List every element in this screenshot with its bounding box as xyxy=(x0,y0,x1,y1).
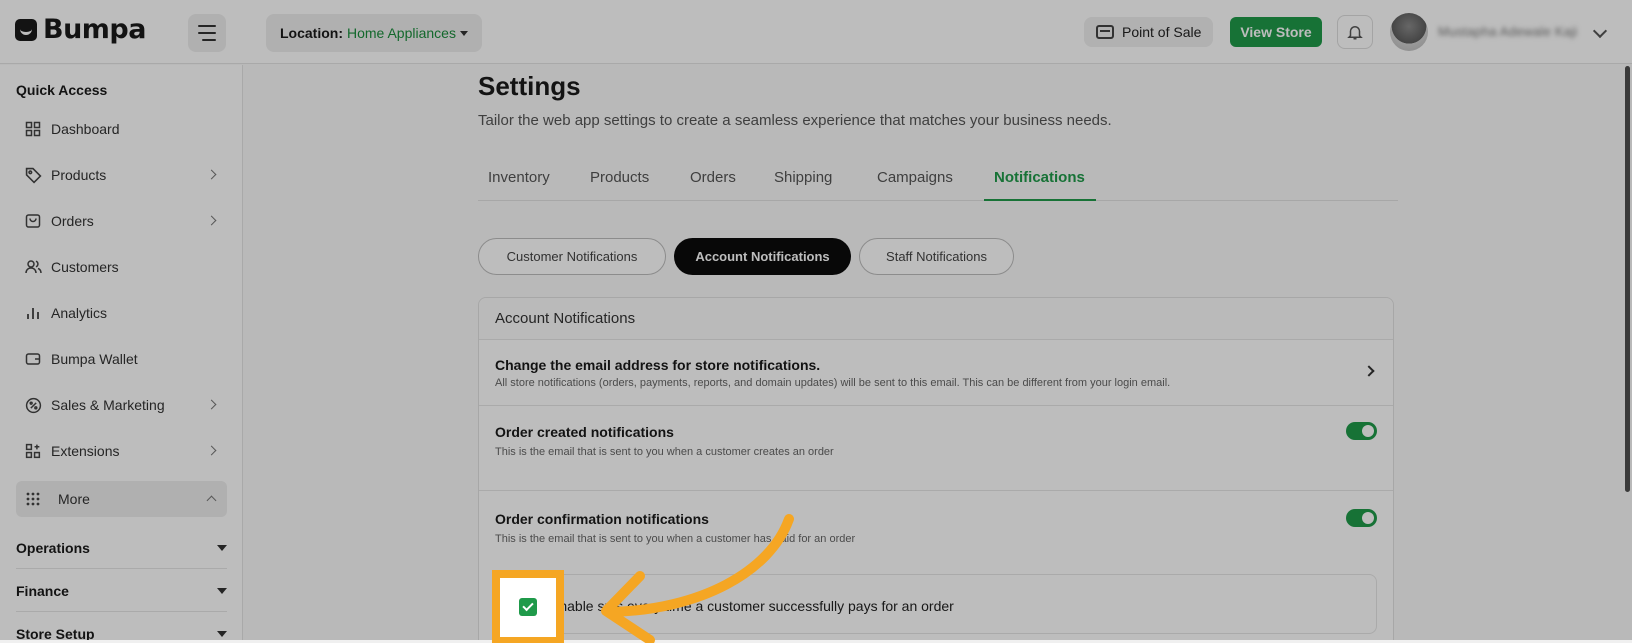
location-value: Home Appliances xyxy=(347,25,456,41)
brand-logo[interactable]: Bumpa xyxy=(15,14,146,45)
grid-icon xyxy=(24,120,42,138)
sidebar-group-operations[interactable]: Operations xyxy=(16,540,227,556)
location-selector[interactable]: Location: Home Appliances xyxy=(266,14,482,52)
puzzle-icon xyxy=(24,442,42,460)
user-name[interactable]: Mustapha Adewale Kaji xyxy=(1438,24,1577,39)
chevron-down-icon[interactable] xyxy=(1592,23,1608,39)
sidebar-item-dashboard[interactable]: Dashboard xyxy=(16,111,227,147)
main-content: Settings Tailor the web app settings to … xyxy=(244,65,1632,640)
tab-notifications[interactable]: Notifications xyxy=(994,169,1085,186)
row-title: Order created notifications xyxy=(495,424,674,440)
sidebar-item-more[interactable]: More xyxy=(16,481,227,517)
row-description: This is the email that is sent to you wh… xyxy=(495,533,856,545)
scrollbar[interactable] xyxy=(1625,66,1630,492)
order-created-toggle[interactable] xyxy=(1346,422,1377,440)
divider xyxy=(16,568,227,569)
hamburger-icon xyxy=(198,25,216,27)
row-title: Order confirmation notifications xyxy=(495,511,709,527)
sidebar-item-label: Dashboard xyxy=(51,121,120,137)
menu-toggle-button[interactable] xyxy=(188,14,226,52)
sms-option-label[interactable]: Enable sms every time a customer success… xyxy=(550,598,954,614)
sidebar-item-customers[interactable]: Customers xyxy=(16,249,227,285)
order-confirmation-toggle[interactable] xyxy=(1346,509,1377,527)
order-confirmation-row: Order confirmation notifications This is… xyxy=(479,491,1393,581)
point-of-sale-label: Point of Sale xyxy=(1122,24,1202,40)
bag-icon xyxy=(24,212,42,230)
top-header: Bumpa Location: Home Appliances Point of… xyxy=(0,0,1632,64)
bag-logo-icon xyxy=(15,18,37,41)
view-store-button[interactable]: View Store xyxy=(1230,17,1322,47)
sidebar-item-bumpa-wallet[interactable]: Bumpa Wallet xyxy=(16,341,227,377)
sidebar-item-sales-marketing[interactable]: Sales & Marketing xyxy=(16,387,227,423)
bar-chart-icon xyxy=(24,304,42,322)
tab-campaigns[interactable]: Campaigns xyxy=(877,169,953,186)
page-subtitle: Tailor the web app settings to create a … xyxy=(478,112,1112,129)
percent-icon xyxy=(24,396,42,414)
active-tab-indicator xyxy=(984,199,1096,201)
row-description: This is the email that is sent to you wh… xyxy=(495,446,834,458)
dots-grid-icon xyxy=(24,490,42,508)
chevron-right-icon xyxy=(206,399,217,410)
sidebar-item-orders[interactable]: Orders xyxy=(16,203,227,239)
order-created-row: Order created notifications This is the … xyxy=(479,406,1393,491)
bell-icon xyxy=(1347,26,1363,40)
point-of-sale-button[interactable]: Point of Sale xyxy=(1084,17,1214,47)
sidebar-group-finance[interactable]: Finance xyxy=(16,583,227,599)
tag-icon xyxy=(24,166,42,184)
sidebar-item-label: Products xyxy=(51,167,107,183)
chevron-right-icon xyxy=(206,445,217,456)
tab-orders[interactable]: Orders xyxy=(690,169,736,186)
sidebar-item-label: Sales & Marketing xyxy=(51,397,165,413)
caret-down-icon xyxy=(217,631,227,637)
account-notifications-card: Account Notifications Change the email a… xyxy=(478,297,1394,640)
caret-down-icon xyxy=(217,588,227,594)
tab-inventory[interactable]: Inventory xyxy=(488,169,550,186)
sidebar-group-store-setup[interactable]: Store Setup xyxy=(16,626,227,640)
sidebar-item-extensions[interactable]: Extensions xyxy=(16,433,227,469)
tab-products[interactable]: Products xyxy=(590,169,649,186)
sidebar-item-label: Analytics xyxy=(51,305,108,321)
sidebar-group-label: Store Setup xyxy=(16,626,95,640)
sidebar: Quick Access Dashboard Products Orders C… xyxy=(0,65,243,640)
pos-terminal-icon xyxy=(1096,25,1114,39)
chevron-right-icon xyxy=(206,169,217,180)
location-label: Location: xyxy=(280,25,343,41)
notifications-button[interactable] xyxy=(1337,15,1373,49)
wallet-icon xyxy=(24,350,42,368)
page-title: Settings xyxy=(478,71,581,101)
chevron-right-icon xyxy=(206,215,217,226)
sidebar-item-label: Orders xyxy=(51,213,94,229)
brand-name: Bumpa xyxy=(43,14,146,45)
tab-shipping[interactable]: Shipping xyxy=(774,169,832,186)
caret-down-icon xyxy=(459,30,468,36)
chevron-right-icon xyxy=(1363,365,1375,377)
caret-down-icon xyxy=(217,545,227,551)
change-email-row[interactable]: Change the email address for store notif… xyxy=(479,340,1393,406)
quick-access-title: Quick Access xyxy=(16,82,108,98)
sidebar-item-products[interactable]: Products xyxy=(16,157,227,193)
row-description: All store notifications (orders, payment… xyxy=(495,377,1171,389)
divider xyxy=(16,611,227,612)
card-title: Account Notifications xyxy=(479,298,1393,340)
sidebar-item-analytics[interactable]: Analytics xyxy=(16,295,227,331)
sidebar-item-label: Extensions xyxy=(51,443,120,459)
sidebar-group-label: Operations xyxy=(16,540,90,556)
sms-checkbox[interactable] xyxy=(519,598,537,616)
staff-notifications-pill[interactable]: Staff Notifications xyxy=(859,238,1014,275)
sidebar-item-label: Bumpa Wallet xyxy=(51,351,138,367)
settings-tabs: Inventory Products Orders Shipping Campa… xyxy=(478,161,1398,201)
account-notifications-pill[interactable]: Account Notifications xyxy=(674,238,851,275)
sidebar-group-label: Finance xyxy=(16,583,69,599)
chevron-up-icon xyxy=(206,495,217,506)
users-icon xyxy=(24,258,42,276)
avatar[interactable] xyxy=(1390,13,1428,51)
app-window: Bumpa Location: Home Appliances Point of… xyxy=(0,0,1632,640)
customer-notifications-pill[interactable]: Customer Notifications xyxy=(478,238,666,275)
sidebar-item-label: Customers xyxy=(51,259,119,275)
row-title: Change the email address for store notif… xyxy=(495,357,821,373)
sidebar-item-label: More xyxy=(58,491,90,507)
